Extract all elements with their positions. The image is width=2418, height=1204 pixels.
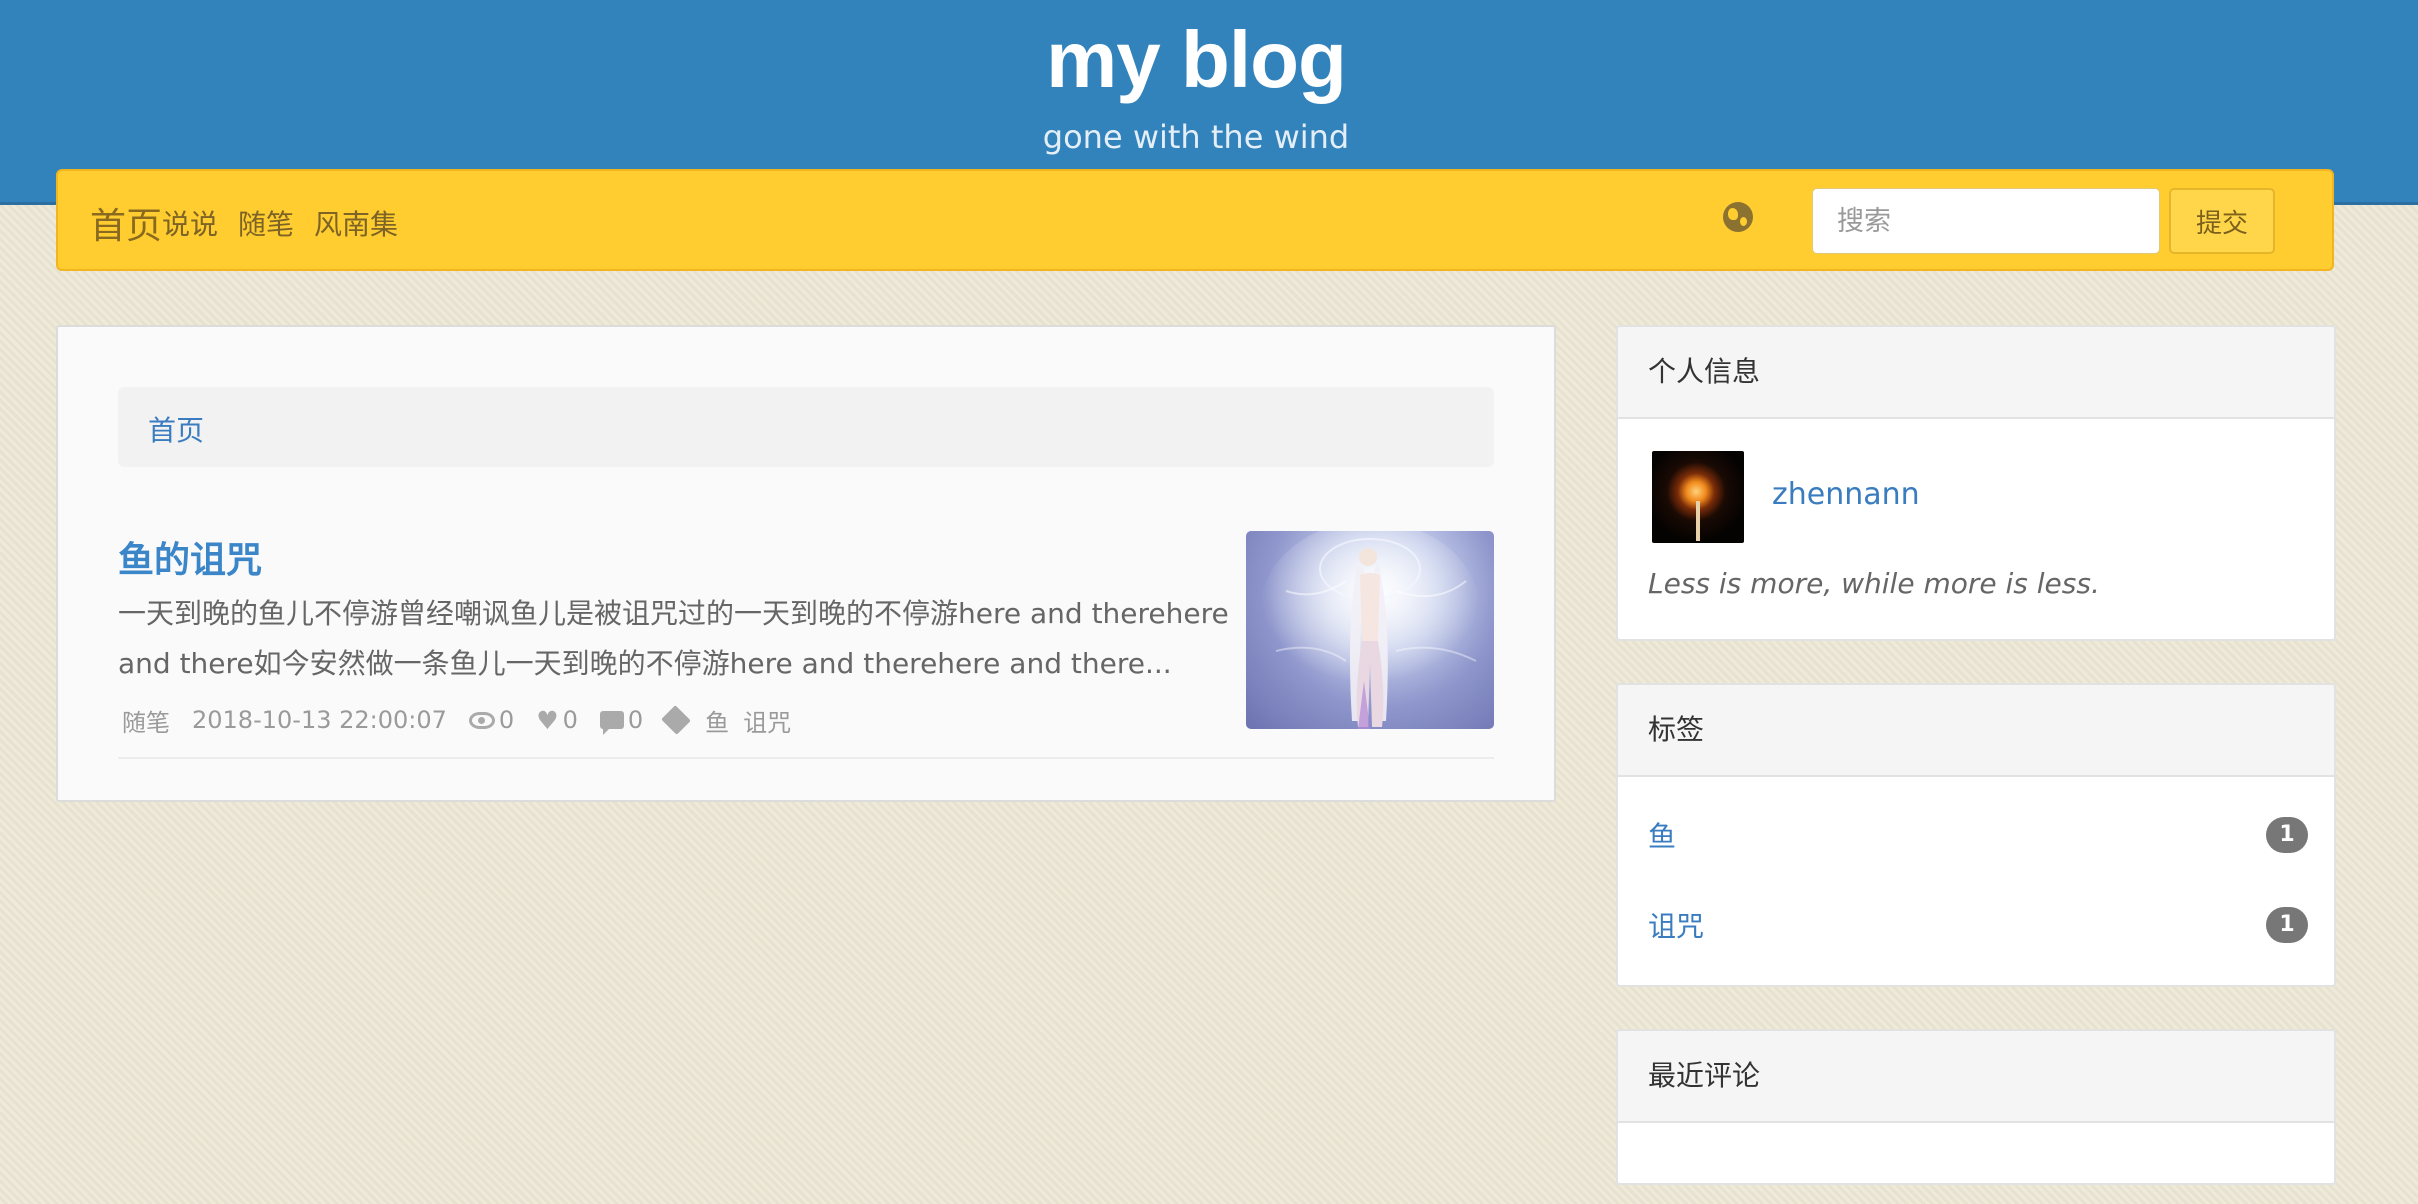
post-list-panel: 首页 鱼的诅咒 一天到晚的鱼儿不停游曾经嘲讽鱼儿是被诅咒过的一天到晚的不停游he…	[56, 325, 1556, 802]
tag-list-item[interactable]: 鱼 1	[1648, 815, 2308, 855]
tag-name-link[interactable]: 诅咒	[1648, 905, 1704, 945]
profile-widget: 个人信息 zhennann Less is more, while more i…	[1616, 325, 2336, 641]
post-meta: 随笔 2018-10-13 22:00:07 0 ♥ 0 0 鱼 诅咒	[122, 703, 791, 737]
profile-widget-title: 个人信息	[1618, 327, 2334, 419]
tags-widget: 标签 鱼 1 诅咒 1	[1616, 683, 2336, 987]
thumbnail-figure-illustration	[1260, 531, 1480, 729]
tag-count-badge: 1	[2266, 907, 2308, 943]
post-comments-count: 0	[627, 706, 644, 734]
post-divider	[118, 757, 1494, 759]
comment-icon	[599, 711, 624, 735]
search-submit-button[interactable]: 提交	[2169, 188, 2275, 254]
profile-motto: Less is more, while more is less.	[1648, 567, 2100, 600]
eye-icon	[468, 711, 495, 729]
nav-item-shuoshuo[interactable]: 说说	[162, 203, 218, 243]
post-date: 2018-10-13 22:00:07	[192, 706, 447, 734]
nav-brand-home[interactable]: 首页	[90, 197, 162, 249]
navbar: 首页 说说 随笔 风南集 提交	[56, 169, 2334, 271]
post-thumbnail[interactable]	[1246, 531, 1494, 729]
post-views-count: 0	[498, 706, 515, 734]
globe-icon[interactable]	[1723, 202, 1753, 232]
site-title[interactable]: my blog	[0, 14, 2392, 106]
profile-username-link[interactable]: zhennann	[1772, 477, 1920, 512]
search-input[interactable]	[1812, 188, 2160, 254]
tags-icon	[661, 705, 692, 735]
recent-comments-widget: 最近评论	[1616, 1029, 2336, 1185]
post-title[interactable]: 鱼的诅咒	[118, 531, 262, 583]
tags-widget-title: 标签	[1618, 685, 2334, 777]
breadcrumb: 首页	[118, 387, 1494, 467]
post-tag-link[interactable]: 鱼	[705, 703, 729, 738]
breadcrumb-home-link[interactable]: 首页	[148, 409, 204, 449]
recent-comments-widget-title: 最近评论	[1618, 1031, 2334, 1123]
heart-icon: ♥	[536, 705, 559, 735]
site-subtitle: gone with the wind	[1042, 118, 1350, 156]
nav-item-fengnanji[interactable]: 风南集	[314, 203, 398, 243]
avatar[interactable]	[1652, 451, 1744, 543]
nav-item-suibi[interactable]: 随笔	[238, 203, 294, 243]
post-excerpt: 一天到晚的鱼儿不停游曾经嘲讽鱼儿是被诅咒过的一天到晚的不停游here and t…	[118, 597, 1229, 680]
tag-list-item[interactable]: 诅咒 1	[1648, 905, 2308, 945]
post-category-link[interactable]: 随笔	[122, 703, 170, 738]
post-likes-count: 0	[562, 706, 578, 734]
tag-name-link[interactable]: 鱼	[1648, 815, 1676, 855]
tag-count-badge: 1	[2266, 817, 2308, 853]
post-tag-link[interactable]: 诅咒	[743, 703, 791, 738]
